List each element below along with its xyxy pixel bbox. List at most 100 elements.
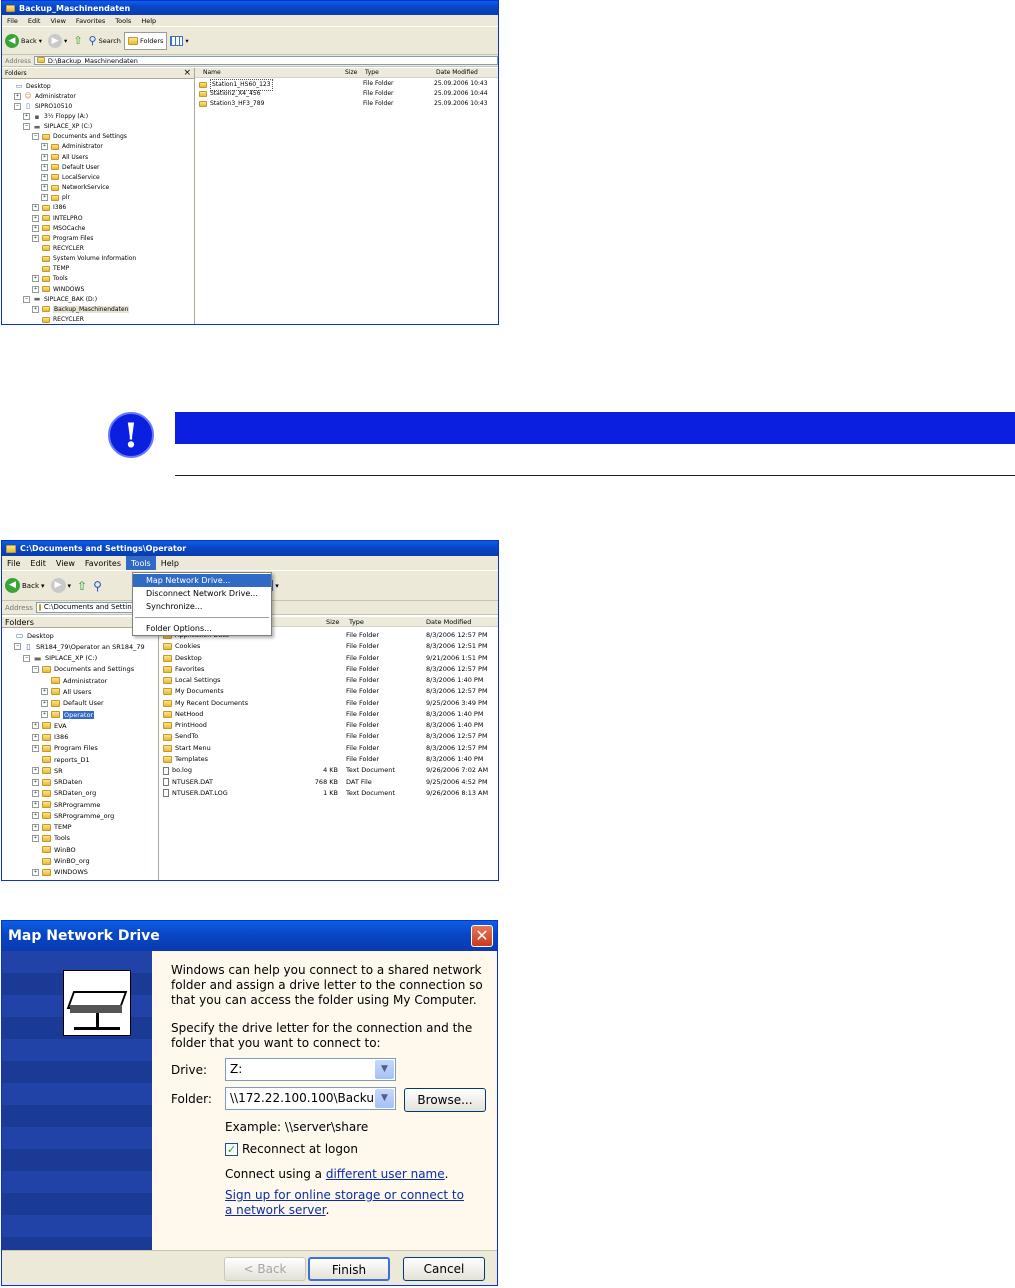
expander-icon[interactable]: + <box>41 143 48 151</box>
finish-button[interactable]: Finish <box>308 1257 390 1281</box>
tree-item[interactable]: +▭Desktop <box>5 630 54 641</box>
table-row[interactable]: My Recent Documents File Folder 9/25/2006 … <box>159 698 498 709</box>
tree-item[interactable]: + SR <box>32 765 63 776</box>
tree-item[interactable]: + Operator <box>41 709 95 720</box>
synchronize-item[interactable]: Synchronize... <box>133 600 271 613</box>
menu-edit[interactable]: Edit <box>25 556 51 570</box>
expander-icon[interactable]: + <box>32 204 39 212</box>
address-input[interactable]: C:\Documents and Settings <box>35 602 134 613</box>
up-folder-button[interactable]: ⇧ <box>74 571 90 600</box>
tree-item[interactable]: + All Users <box>41 686 91 697</box>
back-button[interactable]: ◀ Back ▾ <box>2 27 45 54</box>
column-header-date-modified[interactable]: Date Modified <box>426 617 471 627</box>
tree-item[interactable]: − ▬ SIPLACE_XP (C:) <box>23 122 92 132</box>
tree-item[interactable]: + LocalService <box>41 172 100 182</box>
expander-icon[interactable]: − <box>14 102 21 110</box>
table-row[interactable]: Favorites File Folder 8/3/2006 12:57 PM <box>159 664 498 675</box>
back-button[interactable]: ◀ Back ▾ <box>2 571 48 600</box>
forward-button[interactable]: ▶ ▾ <box>48 571 75 600</box>
tree-item[interactable]: +WinBO <box>32 844 76 855</box>
menu-file[interactable]: File <box>2 15 23 26</box>
table-row[interactable]: NTUSER.DAT 768 KB DAT File 9/25/2006 4:52 P… <box>159 777 498 788</box>
expander-icon[interactable]: − <box>23 654 30 662</box>
expander-icon[interactable]: + <box>41 173 48 181</box>
folder-options-item[interactable]: Folder Options... <box>133 622 271 635</box>
menu-favorites[interactable]: Favorites <box>80 556 126 570</box>
expander-icon[interactable]: + <box>32 285 39 293</box>
expander-icon[interactable]: − <box>14 643 21 651</box>
column-header-date-modified[interactable]: Date Modified <box>436 68 478 78</box>
expander-icon[interactable]: + <box>32 812 39 820</box>
tree-item[interactable]: + Administrator <box>41 142 103 152</box>
tree-item[interactable]: + ☺ Administrator <box>14 91 76 101</box>
tree-item[interactable]: + Program Files <box>32 233 93 243</box>
views-button[interactable]: ▾ <box>167 27 191 54</box>
expander-icon[interactable]: + <box>32 305 39 313</box>
tree-item[interactable]: + WINDOWS <box>32 284 84 294</box>
search-button[interactable]: ⚲ <box>90 571 105 600</box>
expander-icon[interactable]: + <box>32 733 39 741</box>
column-header-name[interactable]: Name <box>203 68 221 78</box>
title-bar[interactable]: C:\Documents and Settings\Operator <box>2 541 498 556</box>
close-button[interactable]: ✕ <box>471 925 493 947</box>
expander-icon[interactable]: + <box>41 153 48 161</box>
tree-item[interactable]: + ▪ 3½ Floppy (A:) <box>23 111 88 121</box>
expander-icon[interactable]: − <box>32 665 39 673</box>
tree-item[interactable]: + SRDaten <box>32 777 82 788</box>
tree-item[interactable]: +RECYCLER <box>32 314 84 324</box>
expander-icon[interactable]: − <box>32 133 39 141</box>
tree-item[interactable]: − Documents and Settings <box>32 664 134 675</box>
table-row[interactable]: Desktop File Folder 9/21/2006 1:51 PM <box>159 653 498 664</box>
table-row[interactable]: PrintHood File Folder 8/3/2006 1:40 PM <box>159 720 498 731</box>
browse-button[interactable]: Browse... <box>404 1088 486 1112</box>
menu-tools[interactable]: Tools <box>126 556 156 570</box>
tree-item[interactable]: − Documents and Settings <box>32 132 127 142</box>
close-icon[interactable]: × <box>183 68 191 78</box>
tree-item[interactable]: − ▬ SIPLACE_XP (C:) <box>23 653 97 664</box>
tree-item[interactable]: +▭Desktop <box>5 81 51 91</box>
tree-item[interactable]: +RECYCLER <box>32 243 84 253</box>
tree-item[interactable]: + plr <box>41 193 70 203</box>
drive-select[interactable]: Z: ▼ <box>225 1058 396 1081</box>
expander-icon[interactable]: + <box>32 722 39 730</box>
expander-icon[interactable]: + <box>32 789 39 797</box>
table-row[interactable]: NetHood File Folder 8/3/2006 1:40 PM <box>159 709 498 720</box>
menu-file[interactable]: File <box>2 556 25 570</box>
expander-icon[interactable]: + <box>41 163 48 171</box>
address-input[interactable]: D:\Backup_Maschinendaten <box>33 56 498 65</box>
tree-item[interactable]: +TEMP <box>32 822 72 833</box>
tree-item[interactable]: + SRProgramme_org <box>32 810 114 821</box>
tree-item[interactable]: + Tools <box>32 833 70 844</box>
tree-item[interactable]: + Default User <box>41 698 104 709</box>
column-header-size[interactable]: Size <box>326 617 339 627</box>
tree-item[interactable]: +TEMP <box>32 264 69 274</box>
menu-help[interactable]: Help <box>156 556 184 570</box>
menu-favorites[interactable]: Favorites <box>71 15 110 26</box>
expander-icon[interactable]: + <box>41 711 48 718</box>
map-network-drive-item[interactable]: Map Network Drive... <box>133 574 271 587</box>
forward-button[interactable]: ▶ ▾ <box>45 27 70 54</box>
table-row[interactable]: Local Settings File Folder 8/3/2006 1:40 P… <box>159 675 498 686</box>
table-row[interactable]: Templates File Folder 8/3/2006 1:40 PM <box>159 754 498 765</box>
tree-item[interactable]: + MSOCache <box>32 223 85 233</box>
signup-link[interactable]: Sign up for online storage or connect to… <box>225 1188 464 1217</box>
tree-item[interactable]: + NetworkService <box>41 183 109 193</box>
tree-item[interactable]: − ▯ SIPRO10510 <box>14 101 72 111</box>
folder-combo[interactable]: \\172.22.100.100\Backu ▼ <box>225 1087 396 1110</box>
expander-icon[interactable]: + <box>32 234 39 242</box>
tree-item[interactable]: + I386 <box>32 731 68 742</box>
tree-item[interactable]: + Default User <box>41 162 100 172</box>
tree-item[interactable]: +reports_D1 <box>32 754 90 765</box>
menu-tools[interactable]: Tools <box>110 15 136 26</box>
expander-icon[interactable]: + <box>32 275 39 283</box>
title-bar[interactable]: Backup_Maschinendaten <box>2 1 498 15</box>
expander-icon[interactable]: − <box>23 295 30 303</box>
tree-item[interactable]: + I386 <box>32 203 66 213</box>
tree-item[interactable]: +WinBO_org <box>32 855 90 866</box>
table-row[interactable]: NTUSER.DAT.LOG 1 KB Text Document 9/26/2006… <box>159 788 498 799</box>
expander-icon[interactable]: + <box>23 113 30 120</box>
back-button[interactable]: < Back <box>224 1257 306 1281</box>
expander-icon[interactable]: + <box>14 92 21 100</box>
cancel-button[interactable]: Cancel <box>403 1257 485 1281</box>
tree-item[interactable]: − ▬ SIPLACE_BAK (D:) <box>23 294 97 304</box>
